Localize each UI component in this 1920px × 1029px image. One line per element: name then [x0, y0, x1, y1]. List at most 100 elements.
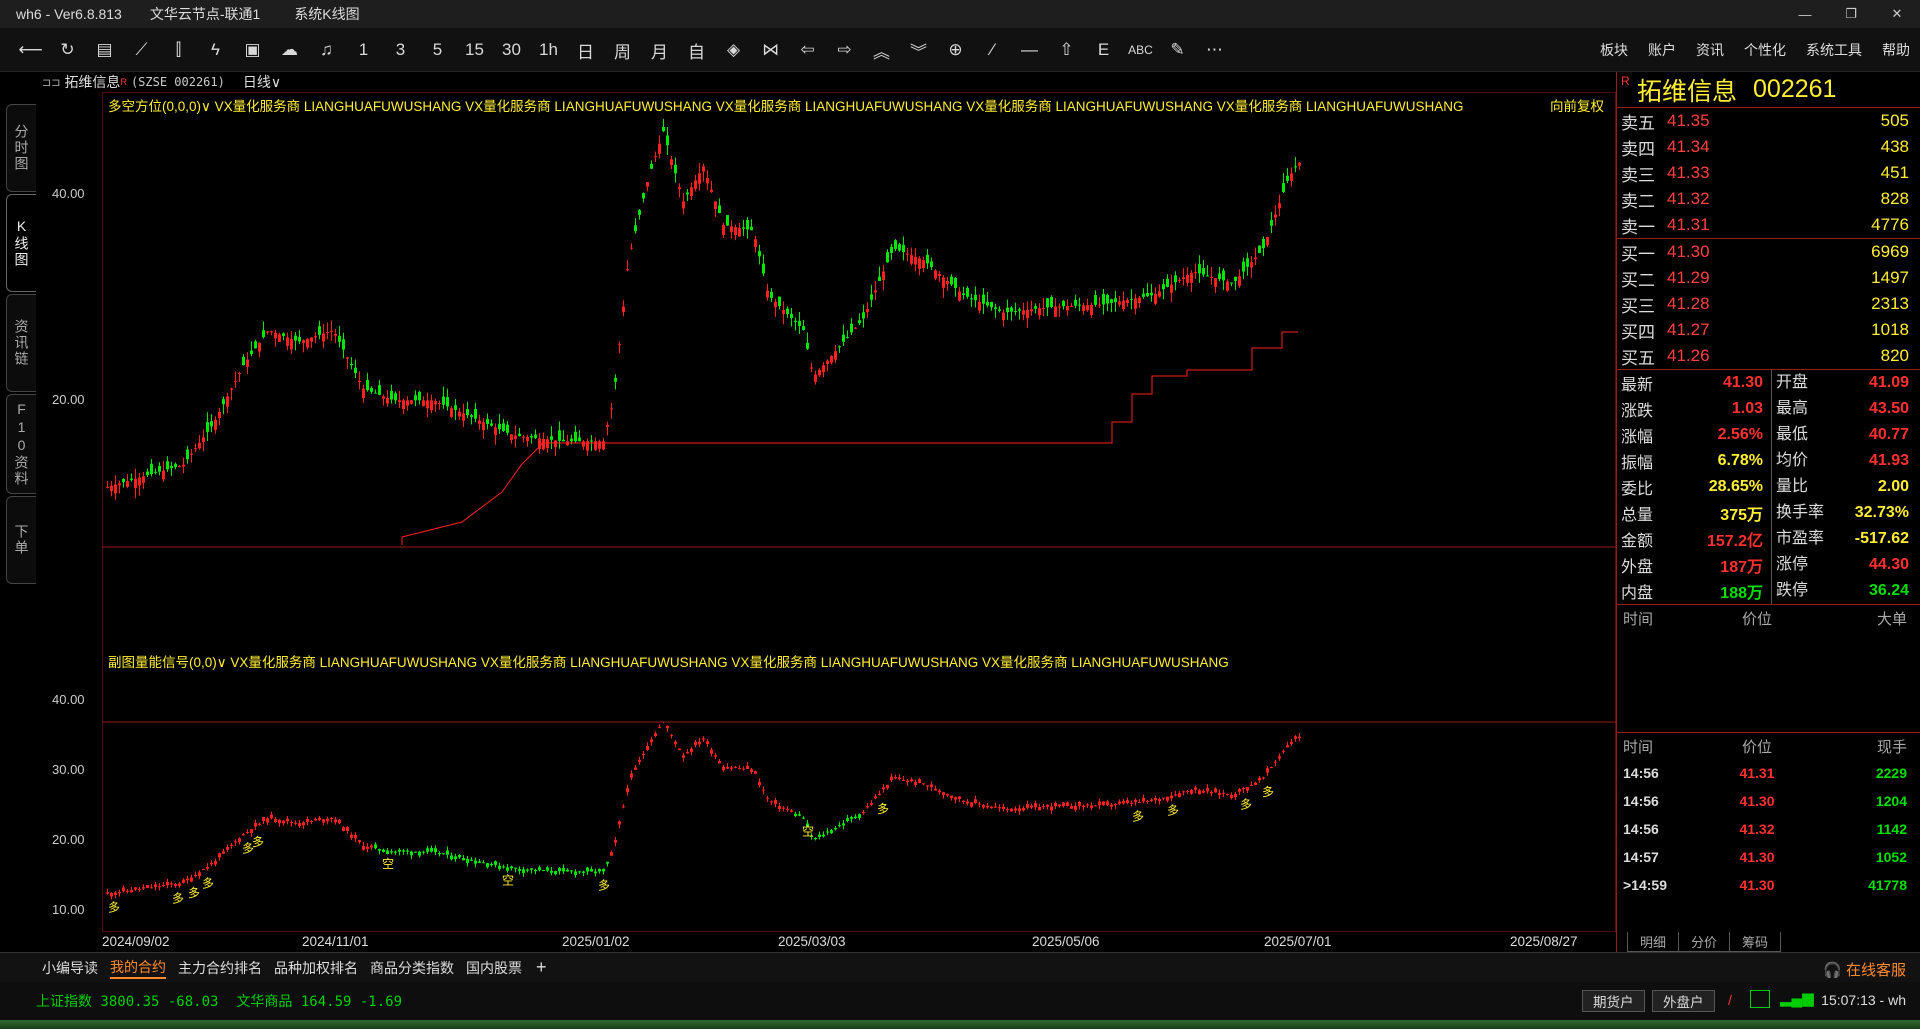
- foreign-account-button[interactable]: 外盘户: [1652, 990, 1715, 1012]
- tab-weighted-rank[interactable]: 品种加权排名: [274, 958, 358, 978]
- main-kline-chart[interactable]: 多空方位(0,0,0)∨ VX量化服务商 LIANGHUAFUWUSHANG V…: [102, 92, 1616, 722]
- tab-newschain[interactable]: 资讯链: [6, 294, 36, 392]
- maximize-button[interactable]: ❐: [1828, 0, 1874, 28]
- period-1h[interactable]: 1h: [530, 35, 567, 65]
- tick-row[interactable]: 14:57 41.30 1052: [1617, 843, 1920, 871]
- bowtie-icon[interactable]: ⋈: [752, 35, 789, 65]
- sub-indicator-title[interactable]: 副图量能信号(0,0)∨ VX量化服务商 LIANGHUAFUWUSHANG V…: [108, 651, 1229, 671]
- bid-row[interactable]: 买五 41.26 820: [1617, 343, 1920, 369]
- hline-icon[interactable]: —: [1011, 35, 1048, 65]
- ask-row[interactable]: 卖五 41.35 505: [1617, 108, 1920, 134]
- ask-row[interactable]: 卖二 41.32 828: [1617, 186, 1920, 212]
- bid-row[interactable]: 买三 41.28 2313: [1617, 291, 1920, 317]
- diamond-icon[interactable]: ◈: [715, 35, 752, 65]
- menu-personalize[interactable]: 个性化: [1744, 40, 1786, 60]
- house-icon[interactable]: ⇧: [1048, 35, 1085, 65]
- arrow-right-outline-icon[interactable]: ⇨: [826, 35, 863, 65]
- ask-row[interactable]: 卖四 41.34 438: [1617, 134, 1920, 160]
- main-indicator-title[interactable]: 多空方位(0,0,0)∨ VX量化服务商 LIANGHUAFUWUSHANG V…: [108, 95, 1464, 115]
- candle-body: [786, 308, 789, 315]
- period-day[interactable]: 日: [567, 35, 604, 65]
- line-chart-icon[interactable]: ⟋: [123, 35, 160, 65]
- close-button[interactable]: ✕: [1874, 0, 1920, 28]
- tab-main-contract-rank[interactable]: 主力合约排名: [178, 958, 262, 978]
- candle-body: [1130, 298, 1133, 300]
- text-tool-icon[interactable]: ABC: [1122, 35, 1159, 65]
- tick-row[interactable]: 14:56 41.32 1142: [1617, 815, 1920, 843]
- candle-body: [874, 290, 877, 293]
- sub-candle-body: [1102, 801, 1105, 806]
- pen-icon[interactable]: ✎: [1159, 35, 1196, 65]
- index-wenhua[interactable]: 文华商品 164.59 -1.69: [236, 991, 402, 1011]
- trendline-icon[interactable]: ⁄: [974, 35, 1011, 65]
- ask-row[interactable]: 卖三 41.33 451: [1617, 160, 1920, 186]
- arrow-left-outline-icon[interactable]: ⇦: [789, 35, 826, 65]
- sub-candle-body: [634, 767, 637, 770]
- sub-chart[interactable]: 多多多多多多空空多空多多多多多: [102, 722, 1616, 932]
- tab-order[interactable]: 下单: [6, 496, 36, 584]
- tab-my-contracts[interactable]: 我的合约: [110, 957, 166, 979]
- candle-body: [206, 422, 209, 432]
- chevron-up-double-icon[interactable]: ︽: [863, 35, 900, 65]
- fib-icon[interactable]: Ε: [1085, 35, 1122, 65]
- period-1[interactable]: 1: [345, 35, 382, 65]
- bid-row[interactable]: 买一 41.30 6969: [1617, 239, 1920, 265]
- sub-candle-body: [1142, 797, 1145, 802]
- stat-value: 41.09: [1868, 374, 1909, 391]
- menu-account[interactable]: 账户: [1648, 40, 1676, 60]
- add-tab-button[interactable]: +: [536, 957, 547, 978]
- menu-help[interactable]: 帮助: [1882, 40, 1910, 60]
- crosshair-icon[interactable]: ⊕: [937, 35, 974, 65]
- ask-row[interactable]: 卖一 41.31 4776: [1617, 212, 1920, 238]
- tab-chips[interactable]: 筹码: [1729, 932, 1782, 952]
- bid-row[interactable]: 买二 41.29 1497: [1617, 265, 1920, 291]
- menu-news[interactable]: 资讯: [1696, 40, 1724, 60]
- tab-commodity-index[interactable]: 商品分类指数: [370, 958, 454, 978]
- period-month[interactable]: 月: [641, 35, 678, 65]
- tab-price-dist[interactable]: 分价: [1678, 932, 1731, 952]
- cloud-icon[interactable]: ☁: [271, 35, 308, 65]
- quote-stats: 最新 41.30 开盘 41.09 涨跌 1.03 最高 43.50 涨幅 2.56% 最低 40.7…: [1617, 370, 1920, 605]
- period-select[interactable]: 日线∨: [243, 72, 281, 92]
- bid-price: 41.28: [1667, 294, 1710, 313]
- signal-marker: 多: [1167, 803, 1179, 817]
- minimize-button[interactable]: —: [1782, 0, 1828, 28]
- period-30[interactable]: 30: [493, 35, 530, 65]
- table-icon[interactable]: ▤: [86, 35, 123, 65]
- refresh-icon[interactable]: ↻: [49, 35, 86, 65]
- stat-value: 1.03: [1731, 400, 1763, 417]
- online-service-button[interactable]: 🎧 在线客服: [1823, 959, 1906, 980]
- period-custom[interactable]: 自: [678, 35, 715, 65]
- tab-detail[interactable]: 明细: [1627, 932, 1680, 952]
- tab-timeshare[interactable]: 分时图: [6, 104, 36, 192]
- menu-sector[interactable]: 板块: [1600, 40, 1628, 60]
- more-icon[interactable]: ⋯: [1196, 35, 1233, 65]
- board-icon[interactable]: ▣: [234, 35, 271, 65]
- tab-f10[interactable]: F10资料: [6, 394, 36, 494]
- tick-row[interactable]: >14:59 41.30 41778: [1617, 871, 1920, 899]
- tick-row[interactable]: 14:56 41.30 1204: [1617, 787, 1920, 815]
- flash-chart-icon[interactable]: ϟ: [197, 35, 234, 65]
- adjust-mode[interactable]: 向前复权: [1550, 95, 1604, 115]
- bid-row[interactable]: 买四 41.27 1018: [1617, 317, 1920, 343]
- candle-body: [866, 309, 869, 313]
- tick-row[interactable]: 14:56 41.31 2229: [1617, 759, 1920, 787]
- chevron-down-double-icon[interactable]: ︾: [900, 35, 937, 65]
- tab-domestic-stocks[interactable]: 国内股票: [466, 958, 522, 978]
- futures-account-button[interactable]: 期货户: [1582, 990, 1645, 1012]
- index-shanghai[interactable]: 上证指数 3800.35 -68.03: [36, 991, 218, 1011]
- tab-kline[interactable]: K线图: [6, 194, 36, 292]
- arrow-left-icon[interactable]: ⟵: [12, 35, 49, 65]
- sub-candle-body: [830, 830, 833, 834]
- period-15[interactable]: 15: [456, 35, 493, 65]
- candle-body: [1062, 300, 1065, 307]
- tab-editor-picks[interactable]: 小编导读: [42, 958, 98, 978]
- menu-tools[interactable]: 系统工具: [1806, 40, 1862, 60]
- period-5[interactable]: 5: [419, 35, 456, 65]
- bell-icon[interactable]: ♫: [308, 35, 345, 65]
- kline-icon[interactable]: ⫿: [160, 35, 197, 65]
- period-3[interactable]: 3: [382, 35, 419, 65]
- period-week[interactable]: 周: [604, 35, 641, 65]
- candle-body: [478, 420, 481, 424]
- sub-candle-body: [1130, 802, 1133, 804]
